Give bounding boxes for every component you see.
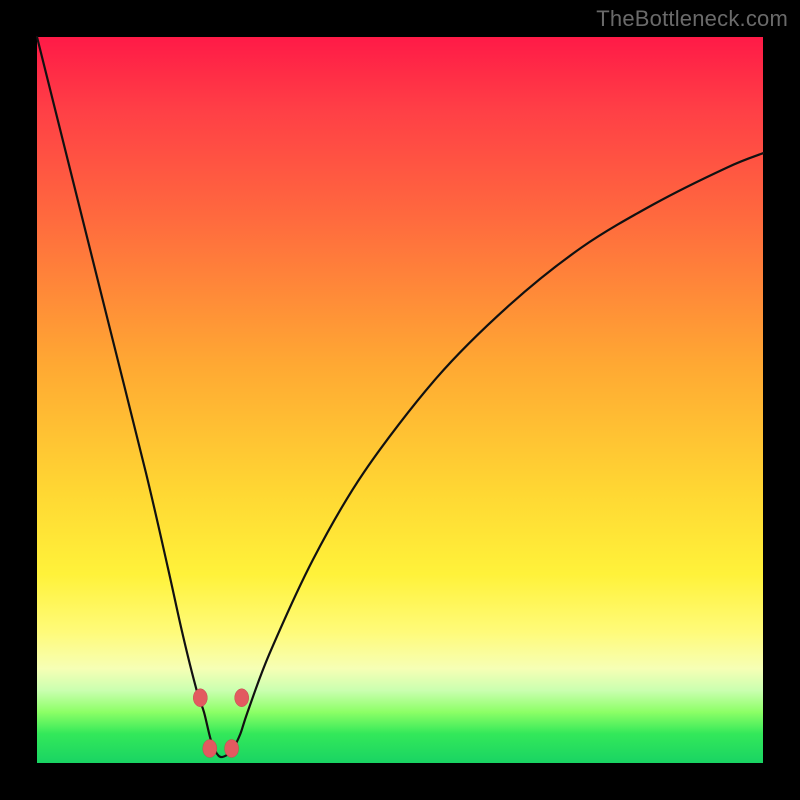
- curve-marker: [193, 689, 207, 707]
- watermark-text: TheBottleneck.com: [596, 6, 788, 32]
- curve-marker: [235, 689, 249, 707]
- plot-area: [37, 37, 763, 763]
- curve-markers: [193, 689, 248, 758]
- curve-svg: [37, 37, 763, 763]
- curve-marker: [225, 740, 239, 758]
- chart-frame: TheBottleneck.com: [0, 0, 800, 800]
- curve-marker: [203, 740, 217, 758]
- bottleneck-curve: [37, 37, 763, 757]
